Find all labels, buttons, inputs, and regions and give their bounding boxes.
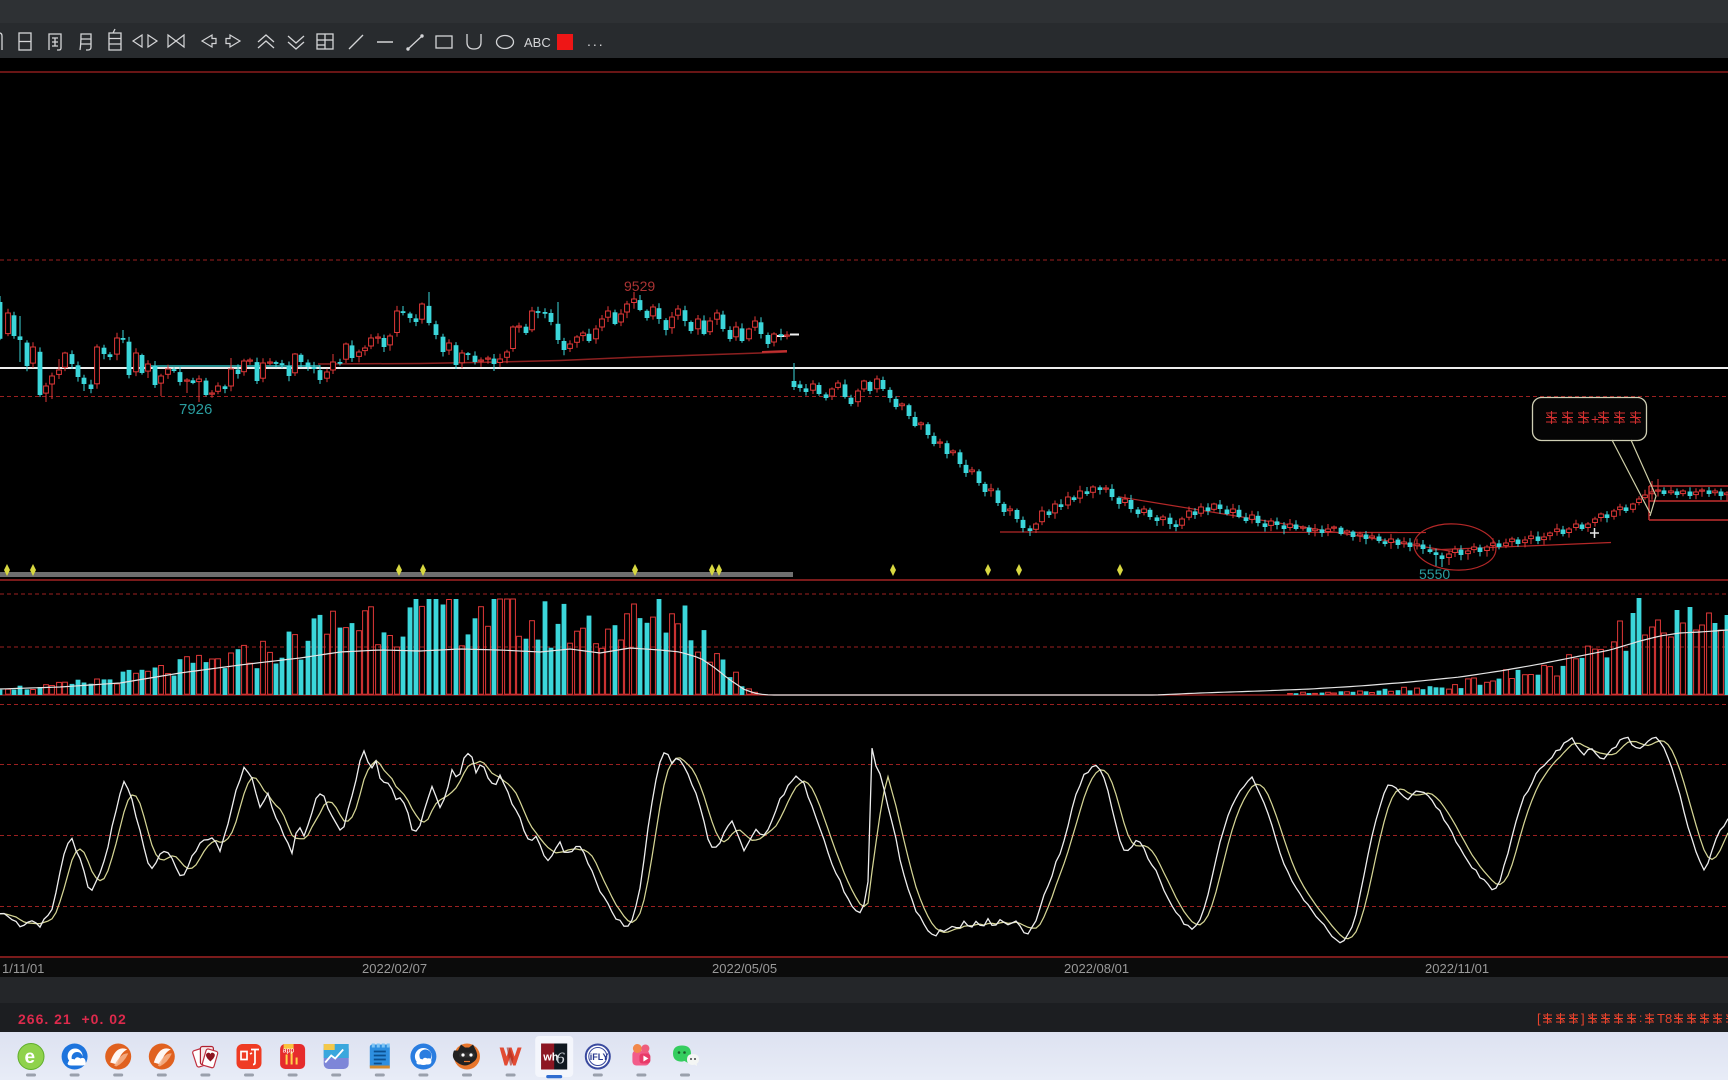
svg-text:app: app: [283, 1048, 295, 1055]
svg-text:iFLY: iFLY: [590, 1052, 609, 1062]
svg-text:6: 6: [556, 1049, 565, 1068]
svg-text:e: e: [25, 1047, 36, 1068]
